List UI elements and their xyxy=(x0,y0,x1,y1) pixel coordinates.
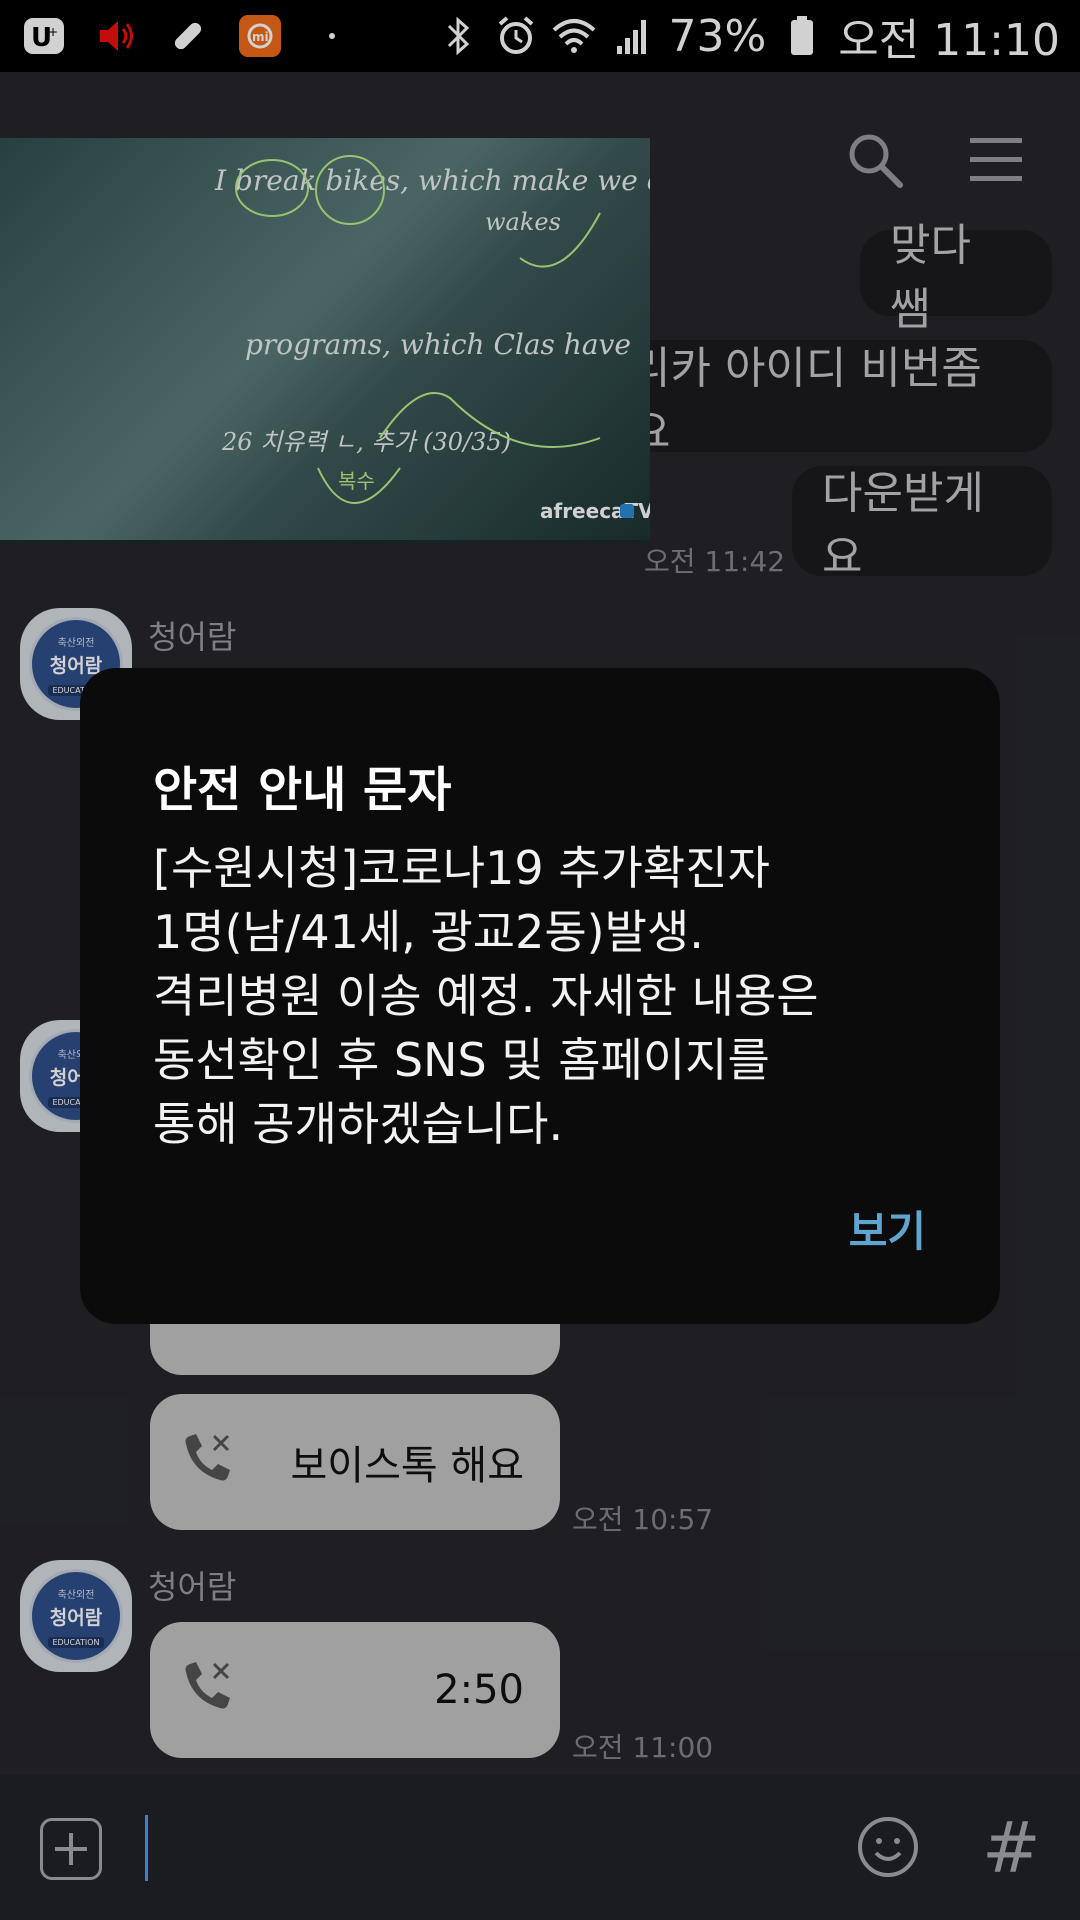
message-input[interactable] xyxy=(145,1815,148,1881)
dialog-message: [수원시청]코로나19 추가확진자 1명(남/41세, 광교2동)발생. 격리병… xyxy=(153,841,819,1151)
dialog-title: 안전 안내 문자 xyxy=(153,762,452,818)
plus-icon[interactable] xyxy=(40,1818,102,1880)
hashtag-button[interactable]: # xyxy=(982,1807,1041,1889)
message-input-bar: # xyxy=(0,1775,1080,1920)
view-button[interactable]: 보기 xyxy=(849,1198,926,1259)
emoji-icon[interactable] xyxy=(856,1815,920,1879)
alert-dialog: 안전 안내 문자 [수원시청]코로나19 추가확진자 1명(남/41세, 광교2… xyxy=(80,668,1000,1324)
